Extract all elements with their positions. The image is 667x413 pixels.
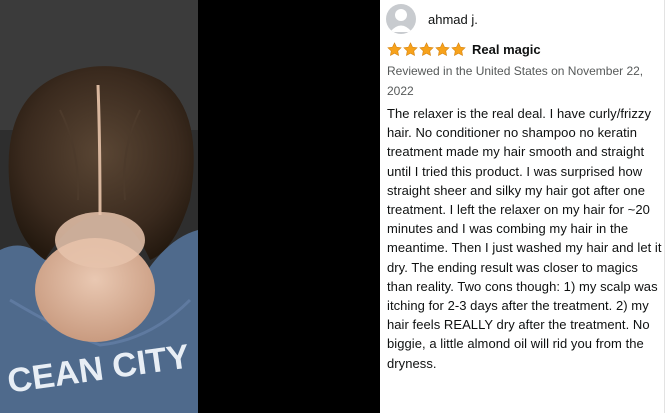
default-profile-icon[interactable]: [386, 4, 416, 34]
star-icon: [435, 41, 450, 56]
review-headline[interactable]: Real magic: [472, 42, 541, 57]
review-photo[interactable]: CEAN CITY: [0, 0, 198, 413]
rating-row: Real magic: [387, 40, 541, 58]
star-icon: [387, 41, 402, 56]
star-icon: [403, 41, 418, 56]
review-card: ahmad j. Real magic Reviewed in the Unit…: [380, 0, 667, 413]
star-rating[interactable]: [387, 41, 466, 57]
star-icon: [419, 41, 434, 56]
reviewer-name[interactable]: ahmad j.: [428, 12, 478, 27]
divider: [664, 0, 665, 413]
star-icon: [451, 41, 466, 56]
review-date: Reviewed in the United States on Novembe…: [387, 64, 644, 98]
review-body: The relaxer is the real deal. I have cur…: [387, 106, 662, 371]
